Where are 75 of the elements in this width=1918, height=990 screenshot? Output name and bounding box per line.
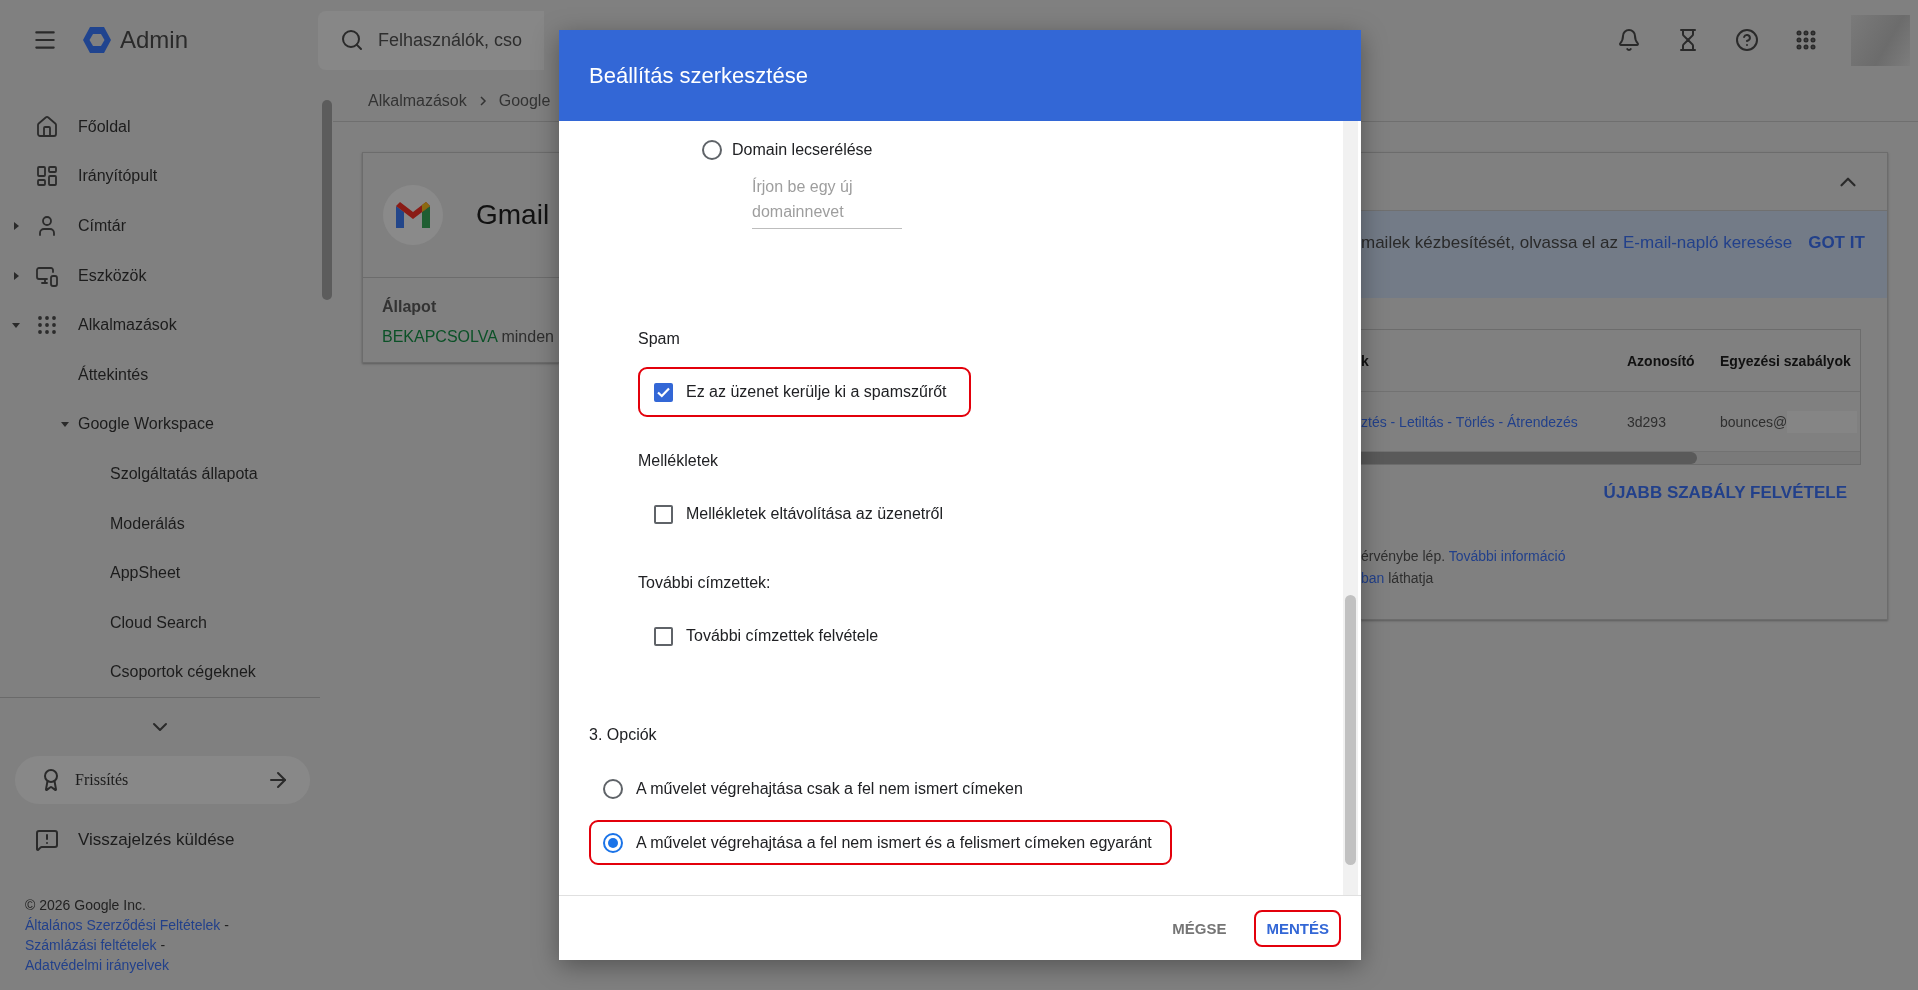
section-heading: 3. Opciók [589,725,658,745]
sidebar-item[interactable]: Szolgáltatás állapota [110,464,258,483]
caret-icon[interactable] [11,270,21,281]
sidebar-item[interactable]: Főoldal [78,117,131,136]
note-text: érvénybe lép. [1361,548,1446,564]
breadcrumb-link[interactable]: Google [498,91,551,110]
note-link[interactable]: További információ [1448,548,1566,564]
sidebar-item[interactable]: Csoportok cégeknek [110,663,256,682]
save-button[interactable]: MENTÉS [1254,909,1341,947]
product-name: Admin [120,26,189,54]
checkbox-option[interactable]: További címzettek felvétele [638,611,903,661]
gmail-logo [396,202,430,228]
column-header: k [1361,352,1369,369]
chevron-right-icon [478,95,487,106]
action-links[interactable]: ztés - Letiltás - Törlés - Átrendezés [1361,413,1578,430]
checkbox-option[interactable]: Ez az üzenet kerülje ki a spamszűrőt [638,367,971,417]
feedback-link[interactable]: Visszajelzés küldése [78,830,235,850]
feedback-icon[interactable] [35,828,59,852]
domain-input-field[interactable]: Írjon be egy új domainnevet [752,174,902,229]
radio-button[interactable] [603,778,623,799]
radio-button[interactable] [702,140,722,160]
sidebar-item[interactable]: Eszközök [78,266,147,285]
checkbox[interactable] [654,504,673,524]
search-field[interactable]: Felhasználók, cso [318,10,545,70]
scrollbar-thumb[interactable] [1361,452,1697,464]
section-heading: Spam [638,329,681,349]
help-icon[interactable] [1735,28,1759,52]
apps-icon[interactable] [1794,28,1818,52]
section-heading: További címzettek: [638,573,772,593]
radio-option[interactable]: A művelet végrehajtása csak a fel nem ismert címeken [589,766,1043,811]
got-it-button[interactable]: GOT IT [1808,233,1865,253]
home-icon [35,114,59,139]
sidebar-item[interactable]: Irányítópult [78,167,158,186]
add-rule-button[interactable]: ÚJABB SZABÁLY FELVÉTELE [1603,479,1847,507]
upgrade-button[interactable]: Frissítés [15,756,310,804]
sidebar-item[interactable]: Google Workspace [78,415,214,434]
banner-text: mailek kézbesítését, olvassa el az [1361,233,1618,253]
scrollbar-thumb[interactable] [1345,595,1356,865]
breadcrumb-link[interactable]: Alkalmazások [368,91,467,110]
dialog-title: Beállítás szerkesztése [589,62,808,89]
checkbox[interactable] [654,382,673,402]
radio-option[interactable]: A művelet végrehajtása a fel nem ismert és a felismert címeken egyaránt [589,820,1172,865]
link-separator: - [160,937,166,953]
dashboard-icon [35,164,59,189]
sidebar-item[interactable]: Alkalmazások [78,316,177,335]
sidebar-item[interactable]: Címtár [78,217,126,235]
table-cell: bounces@ [1720,413,1788,430]
link-separator: - [224,917,229,933]
search-icon [340,27,365,52]
radio-option[interactable]: Domain lecserélése [700,138,875,162]
table-cell: 3d293 [1627,413,1666,430]
sidebar-item[interactable]: AppSheet [110,564,181,583]
column-header: Egyezési szabályok [1720,352,1851,369]
status-text: BEKAPCSOLVA minden [382,328,555,346]
bell-icon[interactable] [1617,28,1641,52]
copyright-text: © 2026 Google Inc. [25,896,147,915]
footer-link[interactable]: Számlázási feltételek [25,937,157,953]
checkbox-option[interactable]: Mellékletek eltávolítása az üzenetről [638,489,968,539]
status-label: Állapot [382,298,438,316]
scrollbar-thumb[interactable] [322,100,332,300]
app-title: Gmail [476,199,550,231]
footer-link[interactable]: Általános Szerződési Feltételek [25,917,221,933]
note-text: láthatja [1388,570,1434,586]
sidebar-item[interactable]: Áttekintés [78,365,149,384]
banner-link[interactable]: E-mail-napló keresése [1623,233,1793,253]
footer-link[interactable]: Adatvédelmi irányelvek [25,957,169,973]
sidebar-item[interactable]: Moderálás [110,514,185,533]
section-heading: Mellékletek [638,451,720,471]
sidebar-item[interactable]: Cloud Search [110,613,207,632]
admin-logo [82,26,112,54]
radio-button[interactable] [603,832,623,853]
checkbox[interactable] [654,626,673,646]
caret-icon[interactable] [11,221,21,231]
note-link[interactable]: ban [1361,570,1385,586]
column-header: Azonosító [1627,352,1695,369]
